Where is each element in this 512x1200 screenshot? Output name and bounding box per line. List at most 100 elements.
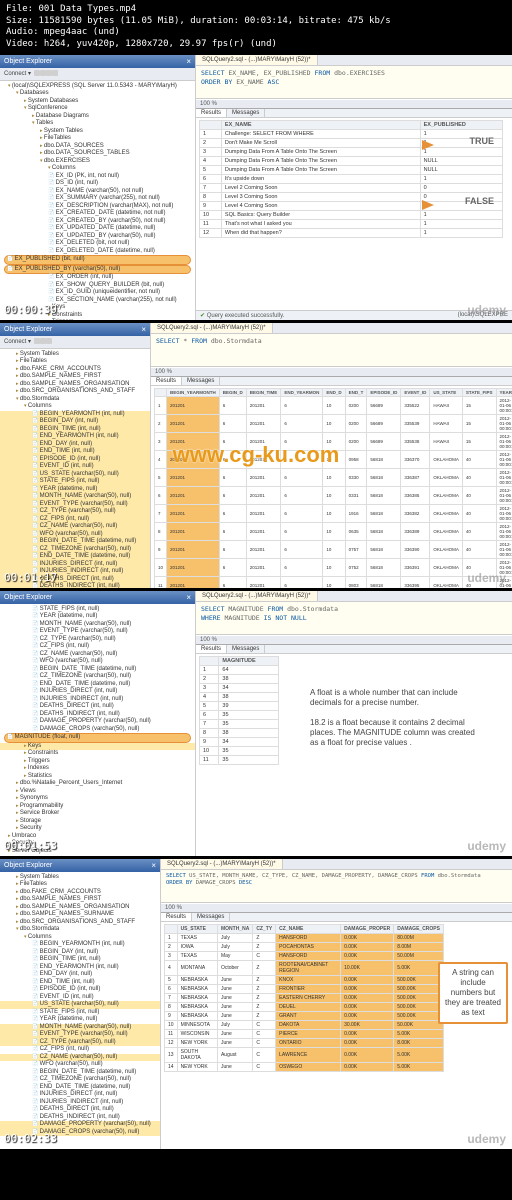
table-row[interactable]: 9Level 4 Coming Soon0 xyxy=(200,201,503,210)
tree-body[interactable]: System Tables FileTables dbo.FAKE_CRM_AC… xyxy=(0,349,150,588)
tree-col[interactable]: BEGIN_DATE_TIME (datetime, null) xyxy=(0,538,150,546)
table-row[interactable]: 238 xyxy=(200,674,279,683)
tree-node[interactable]: dbo.SAMPLE_NAMES_FIRST xyxy=(0,373,150,381)
split-bar[interactable]: 100 % xyxy=(196,99,512,109)
table-row[interactable]: 14NEW YORKJuneCOSWEGO0.00K5.00K xyxy=(165,1062,444,1071)
table-row[interactable]: 32012016201201610020056689335538HAWAII15… xyxy=(155,432,512,450)
connect-button[interactable]: Connect ▾ xyxy=(4,338,31,345)
tree-node[interactable]: dbo.SAMPLE_NAMES_ORGANISATION xyxy=(0,904,160,912)
tree-filetables[interactable]: FileTables xyxy=(0,881,160,889)
tree-col[interactable]: EVENT_ID (int, null) xyxy=(0,463,150,471)
table-row[interactable]: 1Challenge: SELECT FROM WHERE1 xyxy=(200,129,503,138)
tree-stats[interactable]: Statistics xyxy=(0,773,195,781)
col-header[interactable]: US_STATE xyxy=(430,388,463,396)
col-header[interactable]: DAMAGE_PROPER xyxy=(341,924,394,933)
table-row[interactable]: 4Dumping Data From A Table Onto The Scre… xyxy=(200,156,503,165)
tree-body[interactable]: (local)\SQLEXPRESS (SQL Server 11.0.5343… xyxy=(0,81,195,320)
tree-views[interactable]: Views xyxy=(0,788,195,796)
results-grid[interactable]: BEGIN_YEARMONTHBEGIN_DBEGIN_TIMEEND_YEAR… xyxy=(151,386,512,588)
tree-col[interactable]: DEATHS_DIRECT (int, null) xyxy=(0,703,195,711)
tree-columns[interactable]: Columns xyxy=(0,165,195,173)
tree-col[interactable]: WFO (varchar(50), null) xyxy=(0,658,195,666)
tree-col[interactable]: END_DAY (int, null) xyxy=(0,971,160,979)
table-row[interactable]: 12012016201201610020056689335522HAWAII15… xyxy=(155,396,512,414)
col-header[interactable]: DAMAGE_CROPS xyxy=(394,924,444,933)
table-row[interactable]: 72012016201201610191656818336382OKLAHOMA… xyxy=(155,504,512,522)
tree-node[interactable]: dbo.SRC_ORGANISATIONS_AND_STAFF xyxy=(0,919,160,927)
tree-col[interactable]: CZ_FIPS (int, null) xyxy=(0,1046,160,1054)
tab-messages[interactable]: Messages xyxy=(227,645,265,653)
col-header[interactable]: END_T xyxy=(345,388,367,396)
table-row[interactable]: 92012016201201610075756818336390OKLAHOMA… xyxy=(155,540,512,558)
tab-results[interactable]: Results xyxy=(161,913,192,921)
tab-messages[interactable]: Messages xyxy=(192,913,230,921)
col-header[interactable]: EVENT_ID xyxy=(401,388,430,396)
table-row[interactable]: 2IOWAJulyZPOCAHONTAS0.00K8.00M xyxy=(165,942,444,951)
tree-col[interactable]: CZ_TIMEZONE (varchar(50), null) xyxy=(0,673,195,681)
tree-col[interactable]: DS_ID (int, null) xyxy=(0,180,195,188)
col-header[interactable]: END_D xyxy=(323,388,345,396)
tree-databases[interactable]: Databases xyxy=(0,90,195,98)
tree-dstt[interactable]: dbo.DATA_SOURCES_TABLES xyxy=(0,150,195,158)
table-row[interactable]: 10SQL Basics: Query Builder1 xyxy=(200,210,503,219)
tab-results[interactable]: Results xyxy=(151,377,182,385)
tree-node[interactable]: dbo.SAMPLE_NAMES_ORGANISATION xyxy=(0,381,150,389)
col-header[interactable]: STATE_FIPS xyxy=(462,388,496,396)
tab-messages[interactable]: Messages xyxy=(182,377,220,385)
col-header[interactable]: BEGIN_D xyxy=(219,388,246,396)
table-row[interactable]: 735 xyxy=(200,719,279,728)
tab-messages[interactable]: Messages xyxy=(227,109,265,117)
table-row[interactable]: 3TEXASMayCHANSFORD0.00K50.00M xyxy=(165,951,444,960)
tree-col-hl[interactable]: EX_PUBLISHED (bit, null) xyxy=(4,255,191,265)
table-row[interactable]: 838 xyxy=(200,728,279,737)
table-row[interactable]: 82012016201201610063556818336389OKLAHOMA… xyxy=(155,522,512,540)
table-row[interactable]: 334 xyxy=(200,683,279,692)
table-row[interactable]: 8Level 3 Coming Soon0 xyxy=(200,192,503,201)
table-row[interactable]: 3Dumping Data From A Table Onto The Scre… xyxy=(200,147,503,156)
sql-editor[interactable]: SELECT MAGNITUDE FROM dbo.Stormdata WHER… xyxy=(196,602,512,635)
col-header[interactable]: EX_PUBLISHED xyxy=(420,120,502,129)
tree-filetables[interactable]: FileTables xyxy=(0,358,150,366)
tree-systables[interactable]: System Tables xyxy=(0,128,195,136)
table-row[interactable]: 6It's upside down1 xyxy=(200,174,503,183)
table-row[interactable]: 2Don't Make Me Scroll1 xyxy=(200,138,503,147)
tree-sqlconf[interactable]: SqlConference xyxy=(0,105,195,113)
table-row[interactable]: 52012016201201610033056818336387OKLAHOMA… xyxy=(155,468,512,486)
tree-col[interactable]: EX_SUMMARY (varchar(255), not null) xyxy=(0,195,195,203)
tree-col[interactable]: EX_ORDER (int, null) xyxy=(0,274,195,282)
tree-col[interactable]: CZ_TYPE (varchar(50), null) xyxy=(0,508,150,516)
col-header[interactable]: CZ_NAME xyxy=(276,924,341,933)
table-row[interactable]: 11That's not what I asked you1 xyxy=(200,219,503,228)
table-row[interactable]: 635 xyxy=(200,710,279,719)
tree-col[interactable]: BEGIN_TIME (int, null) xyxy=(0,956,160,964)
table-row[interactable]: 9NEBRASKAJuneZGRANT0.00K500.00K xyxy=(165,1011,444,1020)
col-header[interactable]: CZ_TY xyxy=(253,924,276,933)
tree-synonyms[interactable]: Synonyms xyxy=(0,795,195,803)
table-row[interactable]: 539 xyxy=(200,701,279,710)
col-header[interactable] xyxy=(155,388,167,396)
col-header[interactable] xyxy=(200,120,222,129)
tree-col[interactable]: EVENT_TYPE (varchar(50), null) xyxy=(0,628,195,636)
tree-node[interactable]: dbo.FAKE_CRM_ACCOUNTS xyxy=(0,889,160,897)
table-row[interactable]: 62012016201201610033156818336385OKLAHOMA… xyxy=(155,486,512,504)
tree-node[interactable]: dbo.FAKE_CRM_ACCOUNTS xyxy=(0,366,150,374)
split-bar[interactable]: 100 % xyxy=(196,635,512,645)
col-header[interactable]: MONTH_NA xyxy=(217,924,252,933)
tree-col-hl[interactable]: DAMAGE_PROPERTY (varchar(50), null) xyxy=(0,1121,160,1129)
tree-col[interactable]: DAMAGE_CROPS (varchar(50), null) xyxy=(0,726,195,734)
table-row[interactable]: 12NEW YORKJuneCONTARIO0.00K8.00K xyxy=(165,1038,444,1047)
tree-col[interactable]: STATE_FIPS (int, null) xyxy=(0,478,150,486)
tree-col[interactable]: END_DATE_TIME (datetime, null) xyxy=(0,553,150,561)
query-tab[interactable]: SQLQuery2.sql - (...)MARY\MaryH (52))* xyxy=(196,591,318,601)
tree-exercises[interactable]: dbo.EXERCISES xyxy=(0,158,195,166)
col-header[interactable] xyxy=(200,656,219,665)
tree-col[interactable]: WFO (varchar(50), null) xyxy=(0,1061,160,1069)
col-header[interactable]: END_YEARMON xyxy=(281,388,323,396)
table-row[interactable]: 11WISCONSINJuneCPIERCE0.00K5.00K xyxy=(165,1029,444,1038)
tree-col[interactable]: BEGIN_YEARMONTH (int, null) xyxy=(0,941,160,949)
tree-body[interactable]: System Tables FileTables dbo.FAKE_CRM_AC… xyxy=(0,872,160,1149)
table-row[interactable]: 1035 xyxy=(200,746,279,755)
results-grid[interactable]: MAGNITUDE1642383344385396357358389341035… xyxy=(196,654,512,856)
connect-button[interactable]: Connect ▾ xyxy=(4,70,31,77)
query-tab[interactable]: SQLQuery2.sql - (...)MARY\MaryH (52))* xyxy=(161,859,283,869)
